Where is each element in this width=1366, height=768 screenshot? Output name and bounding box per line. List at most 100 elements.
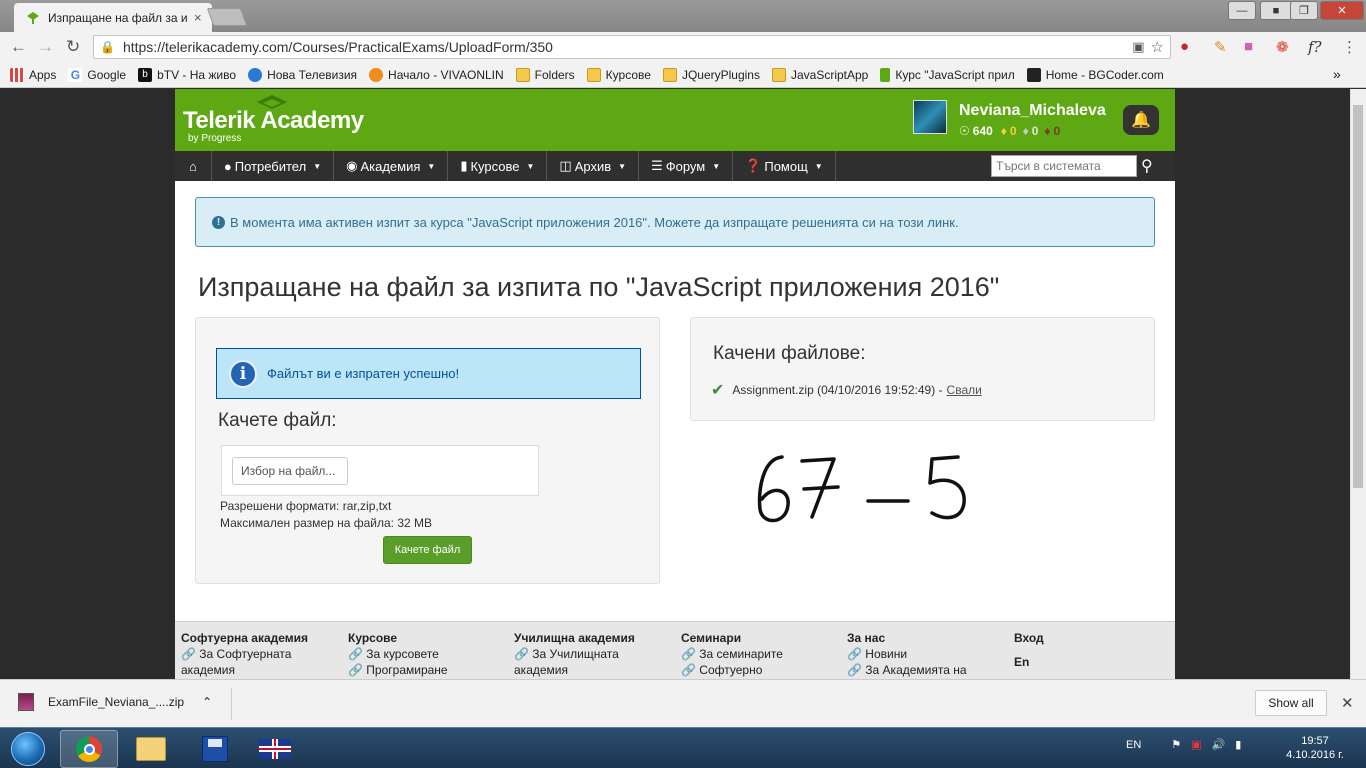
footer-link[interactable]: 🔗 За Академията на xyxy=(847,662,967,678)
download-link[interactable]: Свали xyxy=(947,383,982,397)
page-title: Изпращане на файл за изпита по "JavaScri… xyxy=(198,272,1000,302)
footer-link[interactable]: 🔗 За Училищната xyxy=(514,646,635,662)
scrollbar-thumb[interactable] xyxy=(1353,105,1363,488)
site-header: Telerik Academy by Progress Neviana_Mich… xyxy=(175,89,1175,151)
maximize-button[interactable]: ❐ xyxy=(1290,1,1318,20)
chevron-up-icon[interactable]: ⌃ xyxy=(202,695,212,709)
footer-link[interactable]: 🔗 Софтуерно xyxy=(681,662,783,678)
bookmark-folders[interactable]: Folders xyxy=(515,67,575,82)
alert-text[interactable]: В момента има активен изпит за курса "Ja… xyxy=(230,215,959,230)
divider xyxy=(231,688,232,720)
bookmark-apps[interactable]: Apps xyxy=(10,67,56,82)
user-profile-icon[interactable]: ■ xyxy=(1260,1,1292,20)
system-tray: EN ⚑ ▣ 🔊 ▮ xyxy=(1126,738,1241,752)
bookmark-btv[interactable]: b bTV - На живо xyxy=(138,67,236,82)
start-button[interactable] xyxy=(2,729,54,768)
footer-link[interactable]: 🔗 За курсовете xyxy=(348,646,448,662)
footer-link[interactable]: 🔗 За Софтуерната xyxy=(181,646,308,662)
windows-taskbar: EN ⚑ ▣ 🔊 ▮ 19:57 4.10.2016 г. xyxy=(0,727,1366,768)
search-icon[interactable]: ⚲ xyxy=(1141,156,1153,176)
footer-col-about: За нас 🔗 Новини 🔗 За Академията на xyxy=(847,631,967,678)
menu-icon[interactable]: ⋮ xyxy=(1342,38,1357,56)
search-input[interactable] xyxy=(991,155,1137,177)
forward-icon[interactable]: → xyxy=(37,37,54,57)
footer-col-software: Софтуерна академия 🔗 За Софтуерната акад… xyxy=(181,631,309,677)
taskbar-save-app[interactable] xyxy=(186,730,244,768)
show-all-button[interactable]: Show all xyxy=(1255,690,1327,716)
nav-user[interactable]: ● Потребител ▼ xyxy=(212,151,335,181)
bookmarks-more-icon[interactable]: » xyxy=(1333,66,1341,82)
tab-close-icon[interactable]: × xyxy=(194,10,202,25)
success-message: i Файлът ви е изпратен успешно! xyxy=(216,348,641,399)
minimize-button[interactable]: — xyxy=(1228,1,1256,20)
folder-icon xyxy=(515,67,530,82)
extension-icon[interactable]: ✎ xyxy=(1214,38,1227,56)
login-link[interactable]: Вход xyxy=(1014,630,1044,646)
caret-down-icon: ▼ xyxy=(618,161,627,171)
nav-academy[interactable]: ◉ Академия ▼ xyxy=(334,151,449,181)
uploaded-file-item: ✔ Assignment.zip (04/10/2016 19:52:49) -… xyxy=(711,380,982,400)
bookmark-javascriptapp[interactable]: JavaScriptApp xyxy=(771,67,868,82)
avatar[interactable] xyxy=(913,100,947,134)
download-item[interactable]: ExamFile_Neviana_....zip ⌃ xyxy=(18,693,212,711)
link-icon: 🔗 xyxy=(847,647,862,661)
language-en-link[interactable]: En xyxy=(1014,654,1044,670)
language-indicator[interactable]: EN xyxy=(1126,739,1141,751)
power-icon[interactable]: ▮ xyxy=(1235,738,1241,751)
volume-icon[interactable]: 🔊 xyxy=(1212,738,1226,751)
taskbar-chrome[interactable] xyxy=(60,730,118,768)
flag-icon[interactable]: ⚑ xyxy=(1171,738,1181,751)
translate-icon[interactable]: ▣ xyxy=(1132,39,1144,55)
bookmark-jqueryplugins[interactable]: JQueryPlugins xyxy=(662,67,760,82)
footer-link[interactable]: 🔗 За семинарите xyxy=(681,646,783,662)
close-window-button[interactable]: ✕ xyxy=(1320,1,1364,20)
footer-link[interactable]: 🔗 Програмиране xyxy=(348,662,448,678)
bookmark-kurs-js[interactable]: Курс "JavaScript прил xyxy=(880,67,1015,82)
choose-file-button[interactable]: Избор на файл... xyxy=(232,457,348,485)
btv-icon: b xyxy=(138,67,153,82)
new-tab-button[interactable] xyxy=(206,8,248,26)
telerik-icon xyxy=(880,67,891,82)
nav-help[interactable]: ❓ Помощ ▼ xyxy=(733,151,836,181)
bookmark-nova[interactable]: Нова Телевизия xyxy=(248,67,357,82)
bookmark-google[interactable]: G Google xyxy=(68,67,126,82)
nav-courses[interactable]: ▮ Курсове ▼ xyxy=(448,151,548,181)
star-icon[interactable]: ☆ xyxy=(1151,38,1164,56)
tab-active[interactable]: Изпращане на файл за изпита × xyxy=(14,3,212,32)
network-icon[interactable]: ▣ xyxy=(1191,738,1201,751)
uk-flag-icon xyxy=(259,739,291,759)
username[interactable]: Neviana_Michaleva xyxy=(959,102,1106,120)
close-icon[interactable]: ✕ xyxy=(1341,694,1354,712)
nav-forum[interactable]: ☰ Форум ▼ xyxy=(639,151,734,181)
home-icon[interactable]: ⌂ xyxy=(175,151,212,181)
bookmark-kursove[interactable]: Курсове xyxy=(586,67,651,82)
bookmark-vivaonline[interactable]: Начало - VIVAONLIN xyxy=(369,67,504,82)
link-icon: 🔗 xyxy=(514,647,529,661)
clock[interactable]: 19:57 4.10.2016 г. xyxy=(1280,734,1350,762)
bookmarks-bar: Apps G Google b bTV - На живо Нова Телевиз… xyxy=(0,62,1366,88)
link-icon: 🔗 xyxy=(681,647,696,661)
upload-file-button[interactable]: Качете файл xyxy=(383,536,472,564)
downloads-bar: ExamFile_Neviana_....zip ⌃ Show all ✕ xyxy=(0,679,1366,727)
notifications-bell-icon[interactable]: 🔔 xyxy=(1123,105,1159,135)
gold-badge-count: 0 xyxy=(1009,124,1017,138)
caret-down-icon: ▼ xyxy=(712,161,721,171)
pinterest-icon[interactable]: ● xyxy=(1180,38,1189,55)
folder-icon xyxy=(662,67,677,82)
reload-icon[interactable]: ↻ xyxy=(66,37,80,57)
footer-link[interactable]: 🔗 Новини xyxy=(847,646,967,662)
back-icon[interactable]: ← xyxy=(10,37,27,57)
color-extension-icon[interactable]: ■ xyxy=(1244,38,1253,55)
formula-extension-icon[interactable]: f? xyxy=(1308,38,1322,56)
uploaded-file-name: Assignment.zip (04/10/2016 19:52:49) - xyxy=(732,383,943,397)
bookmark-bgcoder[interactable]: Home - BGCoder.com xyxy=(1026,67,1164,82)
address-bar[interactable]: 🔒 https://telerikacademy.com/Courses/Pra… xyxy=(93,35,1171,59)
link-icon: 🔗 xyxy=(847,663,862,677)
globe-icon: ◉ xyxy=(346,158,358,173)
bronze-badge-count: 0 xyxy=(1053,124,1061,138)
colorzilla-icon[interactable]: ❁ xyxy=(1276,38,1289,56)
logo-title[interactable]: Telerik Academy xyxy=(183,107,364,135)
nav-archive[interactable]: ◫ Архив ▼ xyxy=(547,151,640,181)
taskbar-language-app[interactable] xyxy=(246,730,304,768)
taskbar-explorer[interactable] xyxy=(122,730,180,768)
